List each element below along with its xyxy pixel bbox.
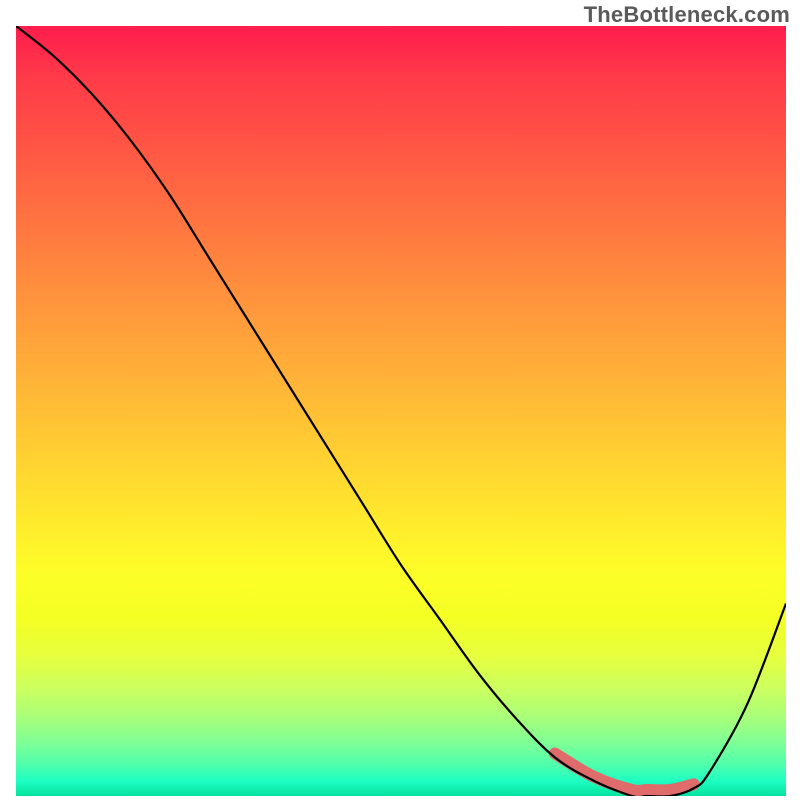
bottleneck-curve [16, 26, 786, 796]
attribution-text: TheBottleneck.com [584, 2, 790, 28]
curve-overlay [16, 26, 786, 796]
bottleneck-chart: TheBottleneck.com [0, 0, 800, 800]
plot-area [16, 26, 786, 796]
